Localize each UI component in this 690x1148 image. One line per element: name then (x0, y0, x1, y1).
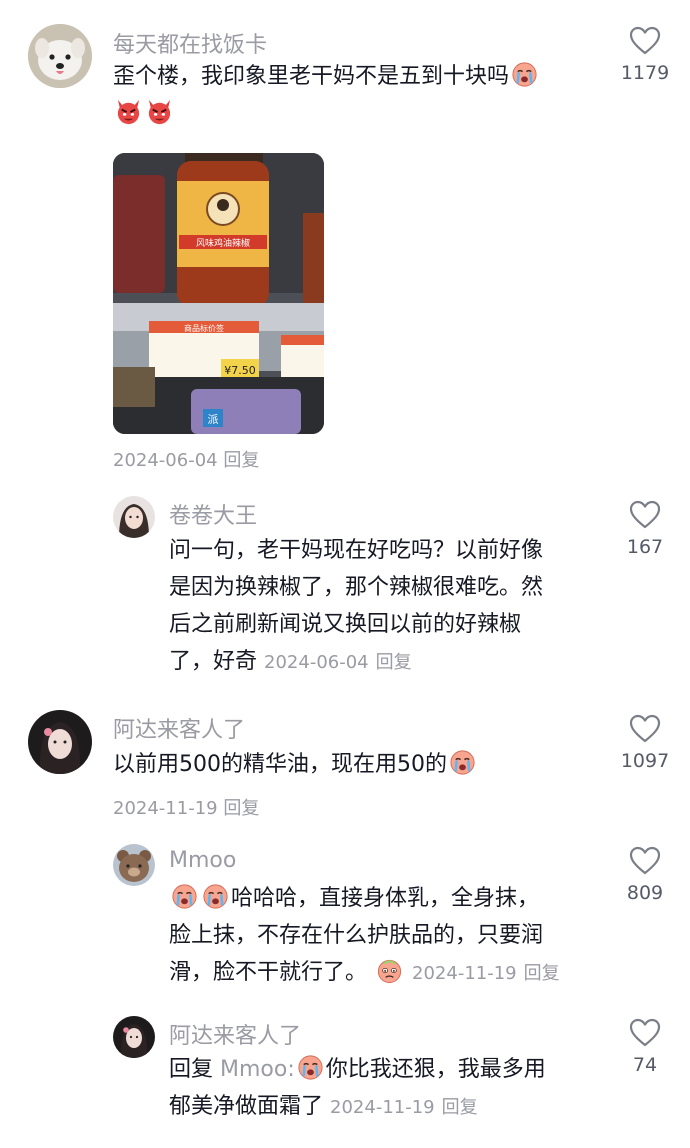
avatar[interactable] (113, 496, 155, 538)
comment-meta: 2024-06-04 回复 (113, 446, 259, 472)
like-count: 1097 (620, 750, 670, 772)
comment-date: 2024-11-19 (330, 1097, 435, 1118)
comment-text: 以前用500的精华油，现在用50的 (113, 746, 593, 783)
comment-username[interactable]: 阿达来客人了 (169, 1018, 301, 1050)
avatar[interactable] (113, 844, 155, 886)
like-button[interactable]: 809 (612, 846, 678, 904)
like-button[interactable]: 167 (612, 500, 678, 558)
comment-username[interactable]: 卷卷大王 (169, 498, 257, 530)
heart-outline-icon[interactable] (629, 714, 661, 744)
heart-outline-icon[interactable] (629, 26, 661, 56)
comment-username[interactable]: Mmoo (169, 848, 236, 873)
comment-text: 歪个楼，我印象里老干妈不是五到十块吗 (113, 58, 593, 132)
devil-emoji-icon (145, 97, 174, 126)
crying-emoji-icon (170, 882, 199, 911)
price-label: ¥7.50 (224, 364, 256, 377)
bag-label: 派 (208, 413, 219, 426)
heart-outline-icon[interactable] (629, 1018, 661, 1048)
bear-avatar-icon (113, 844, 155, 886)
girl-avatar-icon (113, 496, 155, 538)
like-count: 809 (626, 882, 664, 904)
like-button[interactable]: 1097 (612, 714, 678, 772)
heart-outline-icon[interactable] (629, 846, 661, 876)
mention-link[interactable]: Mmoo: (220, 1057, 295, 1082)
comment-username[interactable]: 阿达来客人了 (113, 712, 245, 744)
devil-emoji-icon (114, 97, 143, 126)
comment-meta: 2024-11-19 回复 (113, 794, 259, 820)
reply-button[interactable]: 回复 (223, 450, 259, 471)
teary-emoji-icon (375, 956, 404, 985)
heart-outline-icon[interactable] (629, 500, 661, 530)
crying-emoji-icon (510, 60, 539, 89)
crying-emoji-icon (201, 882, 230, 911)
girl-avatar-icon (28, 710, 92, 774)
comment-date: 2024-06-04 (264, 652, 369, 673)
reply-button[interactable]: 回复 (376, 652, 412, 673)
avatar[interactable] (28, 24, 92, 88)
like-count: 167 (626, 536, 664, 558)
comment-photo[interactable]: 风味鸡油辣椒 商品标价签 ¥7.50 派 (113, 153, 324, 434)
comment-username[interactable]: 每天都在找饭卡 (113, 27, 267, 59)
like-button[interactable]: 1179 (612, 26, 678, 84)
price-tag-title: 商品标价签 (184, 323, 224, 333)
reply-button[interactable]: 回复 (223, 798, 259, 819)
like-count: 74 (632, 1054, 658, 1076)
reply-button[interactable]: 回复 (524, 963, 560, 984)
avatar[interactable] (113, 1016, 155, 1058)
comment-date: 2024-11-19 (412, 963, 517, 984)
dog-avatar-icon (28, 24, 92, 88)
comment-text: 回复 Mmoo: 你比我还狠，我最多用 郁美净做面霜了 2024-11-19 回复 (169, 1051, 609, 1126)
comment-date: 2024-11-19 (113, 798, 218, 819)
product-shelf-photo: 风味鸡油辣椒 商品标价签 ¥7.50 派 (113, 153, 324, 434)
like-count: 1179 (620, 62, 670, 84)
crying-emoji-icon (448, 748, 477, 777)
avatar[interactable] (28, 710, 92, 774)
reply-button[interactable]: 回复 (442, 1097, 478, 1118)
crying-emoji-icon (296, 1053, 325, 1082)
comment-text: 哈哈哈，直接身体乳，全身抹， 脸上抹，不存在什么护肤品的，只要润 滑，脸不干就行… (169, 880, 609, 992)
bottle-label: 风味鸡油辣椒 (196, 237, 250, 249)
comment-date: 2024-06-04 (113, 450, 218, 471)
girl-avatar-icon (113, 1016, 155, 1058)
comment-text: 问一句，老干妈现在好吃吗？以前好像 是因为换辣椒了，那个辣椒很难吃。然 后之前刷… (169, 538, 544, 674)
like-button[interactable]: 74 (612, 1018, 678, 1076)
